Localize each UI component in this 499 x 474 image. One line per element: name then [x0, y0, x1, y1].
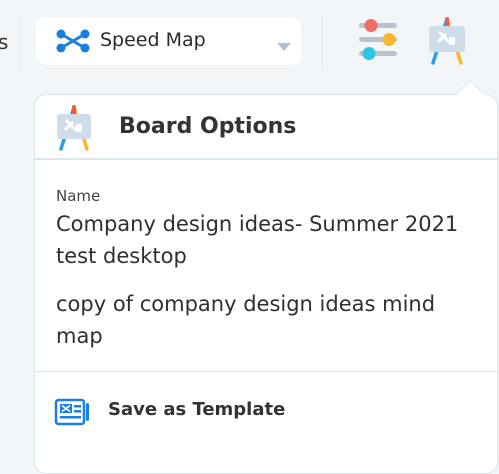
mindmap-icon	[55, 29, 91, 57]
chevron-down-icon	[277, 37, 291, 56]
truncated-toolbar-label[interactable]: s	[0, 30, 8, 54]
template-icon	[53, 397, 91, 431]
save-as-template-button[interactable]: Save as Template	[35, 387, 497, 437]
save-as-template-label: Save as Template	[108, 399, 286, 420]
board-options-panel: Board Options Name Company design ideas-…	[34, 79, 498, 474]
section-divider	[35, 371, 497, 372]
board-name-field[interactable]: Company design ideas- Summer 2021 test d…	[56, 208, 476, 272]
board-easel-icon	[54, 105, 94, 155]
board-description-field[interactable]: copy of company design ideas mind map	[56, 288, 476, 352]
map-type-dropdown[interactable]: Speed Map	[36, 17, 301, 65]
name-label: Name	[56, 187, 101, 205]
top-toolbar: s Speed Map	[0, 0, 499, 84]
toolbar-divider	[322, 14, 323, 70]
map-type-label: Speed Map	[100, 29, 206, 51]
panel-title: Board Options	[119, 114, 297, 139]
toolbar-divider	[20, 14, 21, 70]
sliders-icon	[357, 19, 399, 68]
panel-header: Board Options	[35, 95, 497, 160]
sliders-button[interactable]	[357, 18, 399, 64]
board-options-button[interactable]	[425, 17, 469, 65]
board-easel-icon	[425, 17, 469, 69]
